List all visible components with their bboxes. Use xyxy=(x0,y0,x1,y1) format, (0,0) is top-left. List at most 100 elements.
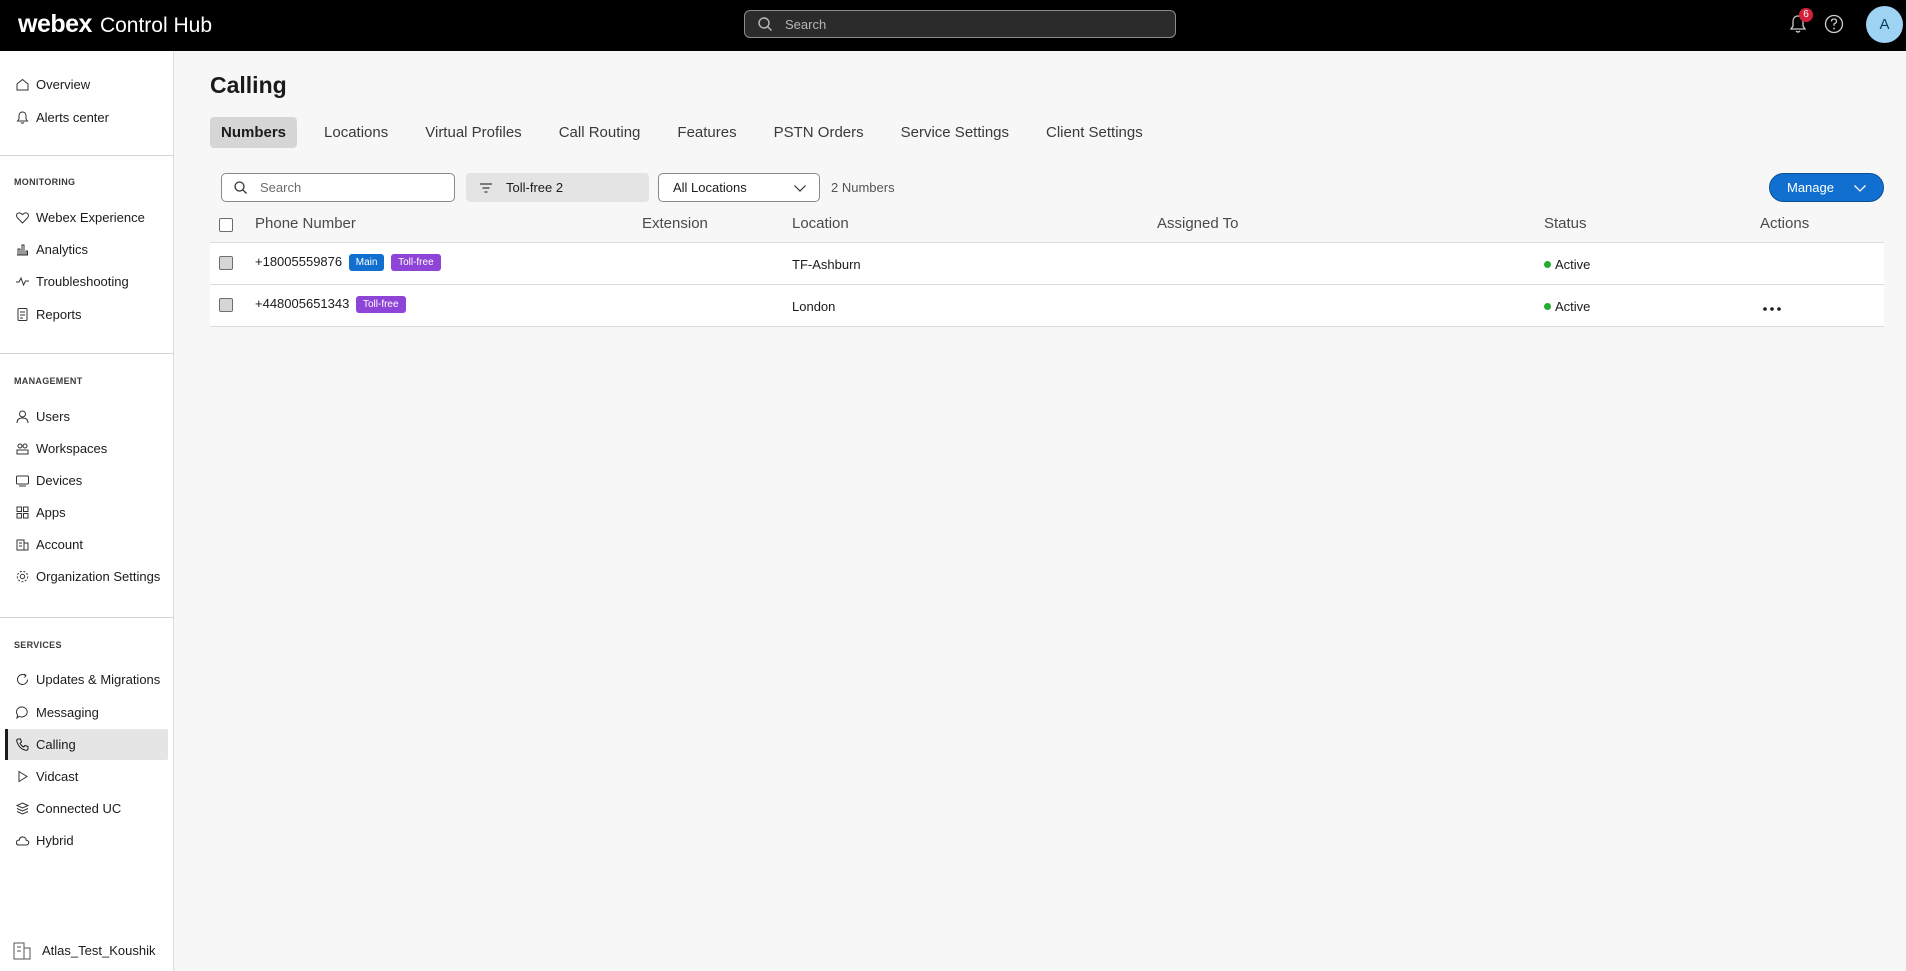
sidebar-item-label: Webex Experience xyxy=(36,210,145,225)
sidebar-item-label: Overview xyxy=(36,77,91,92)
tab-client-settings[interactable]: Client Settings xyxy=(1035,117,1154,148)
sidebar-item-updates-migrations[interactable]: Updates & Migrations xyxy=(5,664,168,695)
column-header-phone-number[interactable]: Phone Number xyxy=(255,215,356,232)
help-icon[interactable] xyxy=(1823,13,1845,35)
sidebar-item-label: Vidcast xyxy=(36,769,79,784)
tab-locations[interactable]: Locations xyxy=(313,117,399,148)
sidebar-item-webex-experience[interactable]: Webex Experience xyxy=(5,202,168,233)
numbers-search[interactable] xyxy=(221,173,455,202)
location-select[interactable]: All Locations xyxy=(658,173,820,202)
apps-icon xyxy=(16,506,29,519)
chat-icon xyxy=(15,706,28,720)
brand-logo[interactable]: webex Control Hub xyxy=(18,10,212,39)
bar-chart-icon xyxy=(17,244,28,256)
tab-call-routing[interactable]: Call Routing xyxy=(548,117,652,148)
main-tag: Main xyxy=(348,254,385,272)
sidebar-item-calling[interactable]: Calling xyxy=(5,729,168,760)
sidebar-item-account[interactable]: Account xyxy=(5,529,168,560)
sidebar-item-reports[interactable]: Reports xyxy=(5,299,168,330)
filter-icon xyxy=(480,182,492,193)
column-header-location[interactable]: Location xyxy=(792,215,849,232)
tab-features[interactable]: Features xyxy=(666,117,747,148)
sidebar-item-messaging[interactable]: Messaging xyxy=(5,697,168,728)
sidebar-item-vidcast[interactable]: Vidcast xyxy=(5,761,168,792)
numbers-search-input[interactable] xyxy=(260,180,440,195)
phone-number: +18005559876 xyxy=(255,254,343,269)
sidebar-item-label: Account xyxy=(36,537,83,552)
sidebar-item-label: Workspaces xyxy=(36,441,108,456)
search-icon xyxy=(234,181,247,194)
sidebar-item-apps[interactable]: Apps xyxy=(5,497,168,528)
sidebar-item-label: Messaging xyxy=(36,705,99,720)
status-label: Active xyxy=(1555,257,1591,272)
filter-label: Toll-free 2 xyxy=(506,180,564,195)
numbers-table: Phone Number Extension Location Assigned… xyxy=(210,209,1884,327)
brand-word: webex xyxy=(18,10,92,38)
report-icon xyxy=(17,308,28,321)
tab-numbers[interactable]: Numbers xyxy=(210,117,298,148)
tab-pstn-orders[interactable]: PSTN Orders xyxy=(763,117,875,148)
sidebar-item-label: Reports xyxy=(36,307,82,322)
table-header: Phone Number Extension Location Assigned… xyxy=(210,209,1884,243)
home-icon xyxy=(16,78,29,91)
phone-number-cell: +18005559876 Main Toll-free xyxy=(255,254,441,272)
sidebar-item-label: Updates & Migrations xyxy=(36,672,161,687)
toll-free-tag: Toll-free xyxy=(391,254,441,272)
column-header-extension[interactable]: Extension xyxy=(642,215,708,232)
global-search[interactable] xyxy=(744,10,1176,38)
table-row[interactable]: +448005651343 Toll-free London Active xyxy=(210,285,1884,327)
sidebar-item-hybrid[interactable]: Hybrid xyxy=(5,825,168,856)
row-checkbox[interactable] xyxy=(219,256,233,270)
numbers-count: 2 Numbers xyxy=(831,180,895,195)
tab-virtual-profiles[interactable]: Virtual Profiles xyxy=(414,117,532,148)
sidebar-item-label: Alerts center xyxy=(36,110,109,125)
location-cell: TF-Ashburn xyxy=(792,257,861,272)
manage-button-label: Manage xyxy=(1787,180,1834,195)
location-cell: London xyxy=(792,299,836,314)
sidebar-item-organization-settings[interactable]: Organization Settings xyxy=(5,561,168,592)
account-icon xyxy=(16,539,29,551)
pulse-icon xyxy=(16,276,29,287)
column-header-status[interactable]: Status xyxy=(1544,215,1587,232)
sidebar-divider xyxy=(0,617,174,618)
brand-product: Control Hub xyxy=(99,14,212,37)
user-avatar[interactable]: A xyxy=(1866,6,1903,43)
cloud-icon xyxy=(15,836,30,846)
tab-service-settings[interactable]: Service Settings xyxy=(890,117,1020,148)
sidebar-item-connected-uc[interactable]: Connected UC xyxy=(5,793,168,824)
sidebar: Overview Alerts center MONITORING Webex … xyxy=(0,51,174,971)
select-all-checkbox[interactable] xyxy=(219,218,233,232)
status-cell: Active xyxy=(1544,257,1590,272)
org-name: Atlas_Test_Koushik xyxy=(42,942,156,958)
status-cell: Active xyxy=(1544,299,1590,314)
sidebar-divider xyxy=(0,155,174,156)
filter-dropdown[interactable]: Toll-free 2 xyxy=(466,173,649,202)
status-dot xyxy=(1544,261,1551,268)
sidebar-item-workspaces[interactable]: Workspaces xyxy=(5,433,168,464)
sidebar-item-label: Calling xyxy=(36,737,76,752)
global-search-input[interactable] xyxy=(785,16,1145,32)
table-row[interactable]: +18005559876 Main Toll-free TF-Ashburn A… xyxy=(210,243,1884,285)
status-dot xyxy=(1544,303,1551,310)
sidebar-item-troubleshooting[interactable]: Troubleshooting xyxy=(5,266,168,297)
gear-icon xyxy=(16,570,29,583)
org-switcher[interactable]: Atlas_Test_Koushik xyxy=(12,940,155,960)
sidebar-item-overview[interactable]: Overview xyxy=(5,69,168,100)
sidebar-item-label: Organization Settings xyxy=(36,569,161,584)
sidebar-item-users[interactable]: Users xyxy=(5,401,168,432)
phone-number-cell: +448005651343 Toll-free xyxy=(255,296,406,314)
sidebar-item-label: Devices xyxy=(36,473,83,488)
heart-icon xyxy=(16,212,29,224)
status-label: Active xyxy=(1555,299,1591,314)
row-checkbox[interactable] xyxy=(219,298,233,312)
column-header-assigned-to[interactable]: Assigned To xyxy=(1157,215,1238,232)
column-header-actions: Actions xyxy=(1760,215,1810,232)
sidebar-item-devices[interactable]: Devices xyxy=(5,465,168,496)
more-actions-icon[interactable] xyxy=(1761,305,1783,313)
sidebar-item-analytics[interactable]: Analytics xyxy=(5,234,168,265)
sidebar-item-label: Connected UC xyxy=(36,801,122,816)
notification-badge: 6 xyxy=(1799,8,1813,22)
sidebar-item-alerts-center[interactable]: Alerts center xyxy=(5,102,168,133)
user-icon xyxy=(16,410,29,424)
manage-button[interactable]: Manage xyxy=(1769,173,1884,202)
